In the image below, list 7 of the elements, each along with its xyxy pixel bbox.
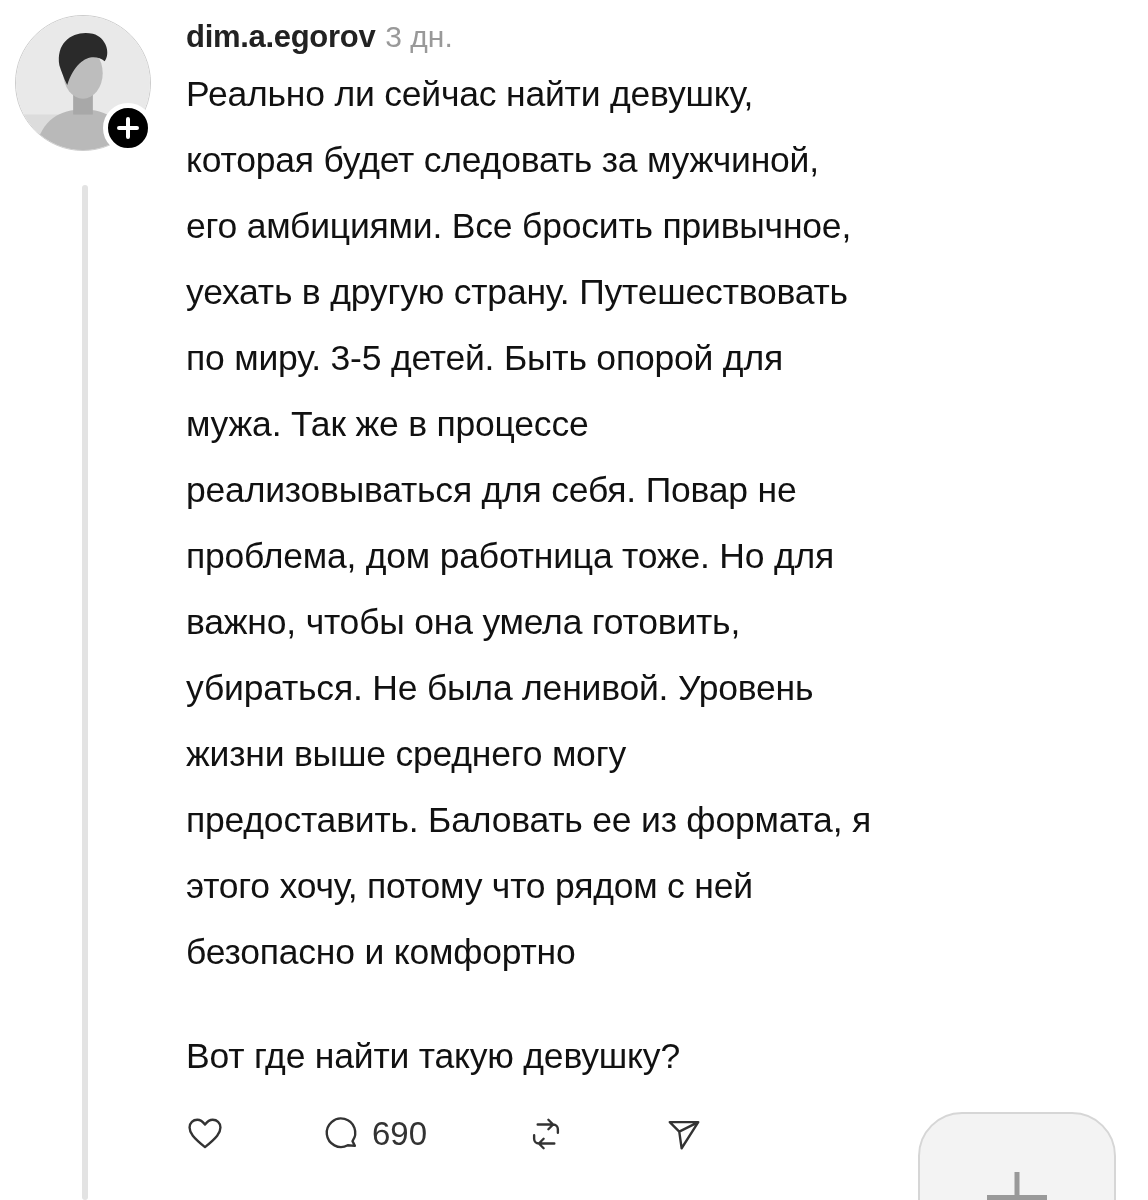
plus-icon xyxy=(117,117,139,139)
post-text: Реально ли сейчас найти девушку, которая будет следовать за мужчиной, его амбициями. Все бросить привычное, уехать в другую страну. Путешествовать по миру. 3-5 детей. Быть опорой для мужа. Так же в процессе реализовываться для себя. Повар не проблема, дом работница тоже. Но для важно, чтобы она умела готовить, убираться. Не была ленивой. Уровень жизни выше среднего могу предоставить. Баловать ее из формата, я этого хочу, потому что рядом с ней безопасно и комфортно xyxy=(186,73,872,974)
username[interactable]: dim.a.egorov xyxy=(186,19,376,55)
post-text: Вот где найти такую девушку? xyxy=(186,1035,681,1078)
plus-icon xyxy=(987,1172,1047,1200)
reply-button[interactable]: 690 xyxy=(324,1115,428,1153)
post-time: 3 дн. xyxy=(385,20,453,54)
